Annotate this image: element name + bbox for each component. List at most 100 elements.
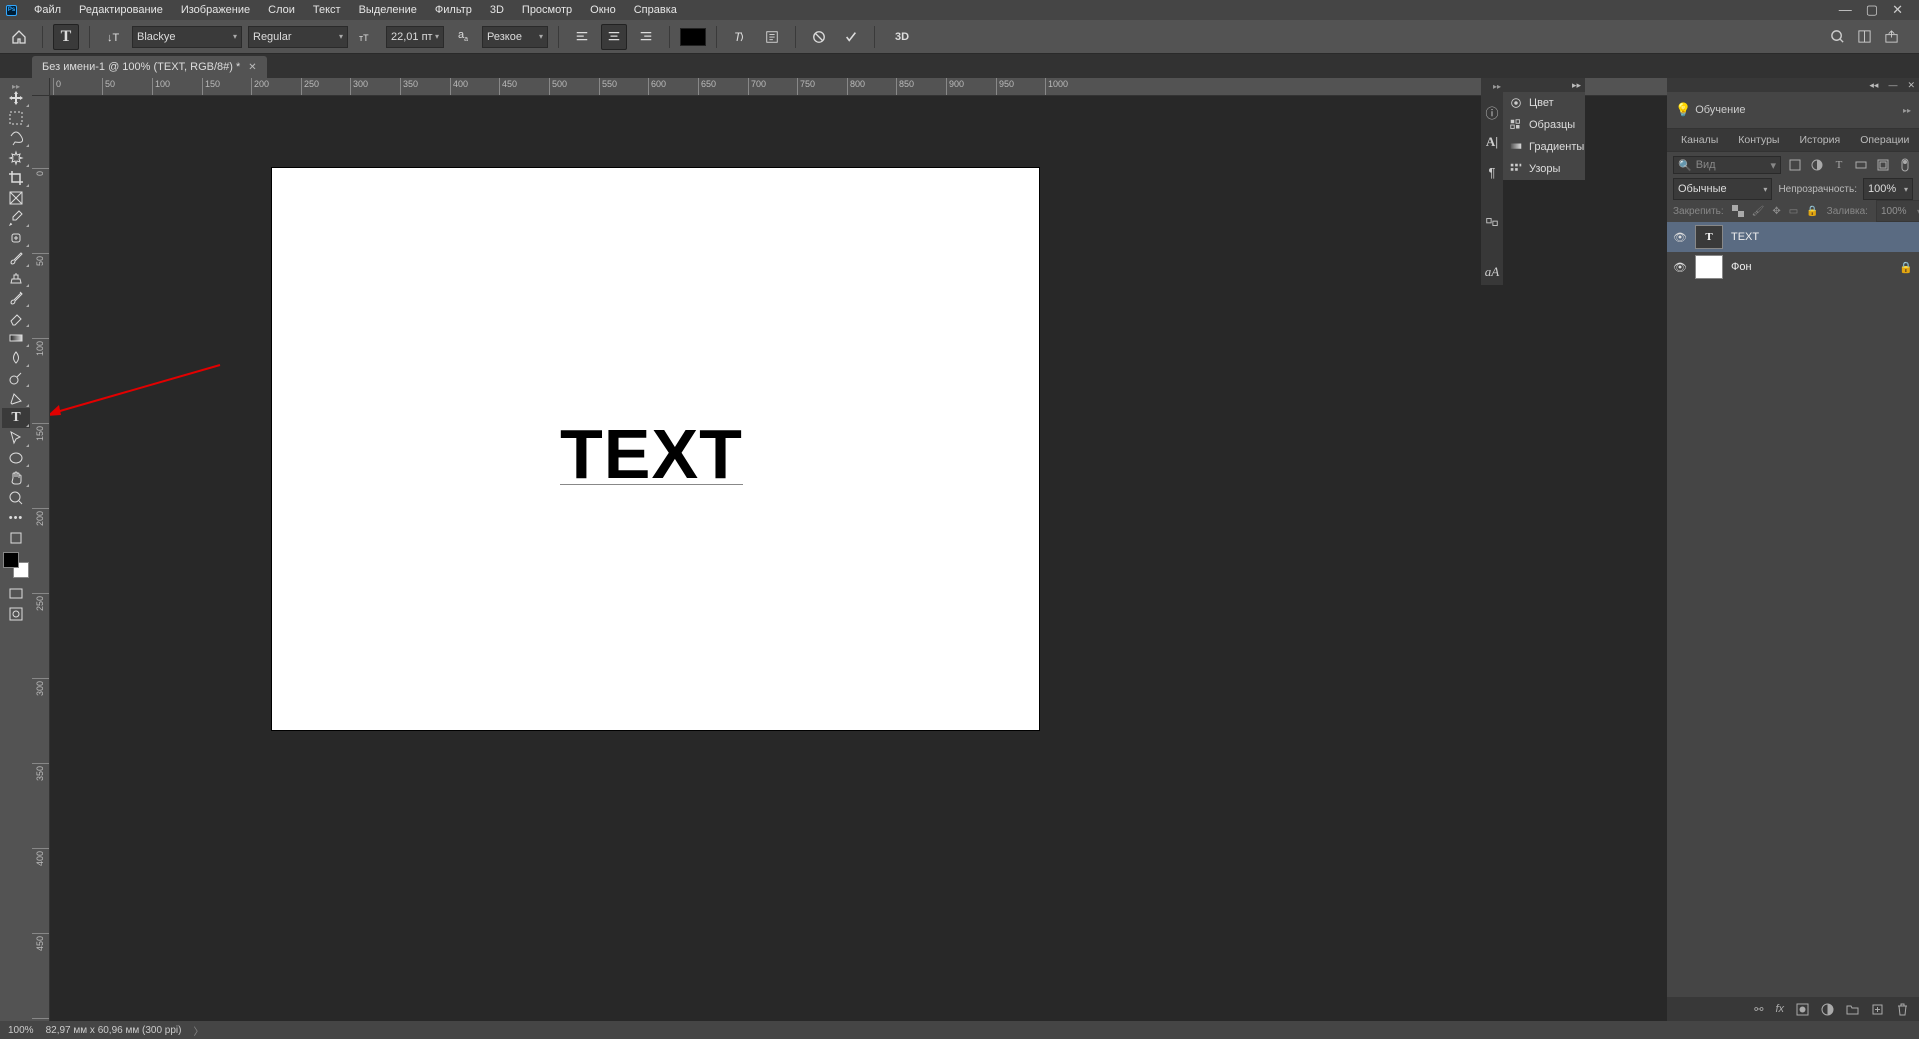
screen-mode[interactable] [2, 584, 30, 604]
dodge-tool[interactable] [2, 368, 30, 388]
frame-tool[interactable] [2, 188, 30, 208]
warp-text-icon[interactable]: T [727, 24, 753, 50]
filter-pixel-icon[interactable] [1787, 157, 1803, 173]
home-icon[interactable] [6, 24, 32, 50]
pen-tool[interactable] [2, 388, 30, 408]
expand-icon[interactable]: ▸▸ [1903, 106, 1911, 115]
libraries-panel-icon[interactable] [1483, 213, 1501, 231]
window-minimize-icon[interactable]: — [1839, 2, 1852, 18]
canvas[interactable]: TEXT [272, 168, 1039, 730]
brush-tool[interactable] [2, 248, 30, 268]
menu-window[interactable]: Окно [581, 1, 625, 19]
filter-toggle[interactable] [1897, 157, 1913, 173]
quick-select-tool[interactable] [2, 148, 30, 168]
learn-panel-tab[interactable]: 💡 Обучение ▸▸ [1667, 92, 1919, 128]
type-tool[interactable]: T [2, 408, 30, 428]
filter-adjust-icon[interactable] [1809, 157, 1825, 173]
cancel-icon[interactable] [806, 24, 832, 50]
close-tab-icon[interactable]: ✕ [248, 62, 256, 73]
collapse-bar[interactable]: ▸▸ [1503, 78, 1585, 92]
color-panel-tab[interactable]: Цвет [1503, 92, 1585, 114]
hand-tool[interactable] [2, 468, 30, 488]
align-center-icon[interactable] [601, 24, 627, 50]
align-left-icon[interactable] [569, 24, 595, 50]
tab-paths[interactable]: Контуры [1728, 129, 1789, 151]
clone-stamp-tool[interactable] [2, 268, 30, 288]
text-color-swatch[interactable] [680, 28, 706, 46]
mask-icon[interactable] [1796, 1003, 1809, 1016]
font-style-combo[interactable]: Regular▾ [248, 26, 348, 48]
ruler-vertical[interactable]: 050100150200250300350400450500 [32, 96, 50, 1021]
menu-text[interactable]: Текст [304, 1, 350, 19]
eraser-tool[interactable] [2, 308, 30, 328]
glyphs-panel-icon[interactable]: aA [1483, 263, 1501, 281]
lock-trans-icon[interactable] [1732, 204, 1744, 218]
status-chevron-icon[interactable]: 〉 [194, 1023, 204, 1038]
active-tool-icon[interactable]: T [53, 24, 79, 50]
character-panel-icon[interactable] [759, 24, 785, 50]
antialias-combo[interactable]: Резкое▾ [482, 26, 548, 48]
visibility-icon[interactable]: 👁 [1673, 261, 1687, 274]
menu-view[interactable]: Просмотр [513, 1, 581, 19]
menu-edit[interactable]: Редактирование [70, 1, 172, 19]
opacity-combo[interactable]: 100%▾ [1863, 178, 1913, 200]
menu-select[interactable]: Выделение [350, 1, 426, 19]
zoom-tool[interactable] [2, 488, 30, 508]
fx-icon[interactable]: fx [1775, 1003, 1784, 1015]
lock-position-icon[interactable]: ✥ [1772, 204, 1780, 218]
font-family-combo[interactable]: Blackye▾ [132, 26, 242, 48]
history-brush-tool[interactable] [2, 288, 30, 308]
heal-tool[interactable] [2, 228, 30, 248]
character-panel-icon2[interactable]: A| [1483, 133, 1501, 151]
patterns-panel-tab[interactable]: Узоры [1503, 158, 1585, 180]
filter-type-icon[interactable]: T [1831, 157, 1847, 173]
document-tab[interactable]: Без имени-1 @ 100% (TEXT, RGB/8#) * ✕ [32, 56, 267, 78]
tab-history[interactable]: История [1789, 129, 1850, 151]
arrange-icon[interactable] [1857, 29, 1872, 44]
new-layer-icon[interactable] [1871, 1003, 1884, 1016]
canvas-text-layer[interactable]: TEXT [560, 414, 743, 485]
tab-channels[interactable]: Каналы [1671, 129, 1728, 151]
lasso-tool[interactable] [2, 128, 30, 148]
ruler-horizontal[interactable]: 0501001502002503003504004505005506006507… [50, 78, 1919, 96]
lock-icon[interactable]: 🔒 [1899, 261, 1913, 274]
quick-mask[interactable] [2, 604, 30, 624]
info-panel-icon[interactable]: ⓘ [1483, 103, 1501, 121]
commit-icon[interactable] [838, 24, 864, 50]
text-orientation-icon[interactable]: ↓T [100, 24, 126, 50]
blend-mode-combo[interactable]: Обычные▾ [1673, 178, 1772, 200]
visibility-icon[interactable]: 👁 [1673, 231, 1687, 244]
layer-kind-filter[interactable]: 🔍 Вид ▾ [1673, 156, 1781, 174]
menu-filter[interactable]: Фильтр [426, 1, 481, 19]
window-close-icon[interactable]: ✕ [1892, 2, 1903, 18]
adjustment-icon[interactable] [1821, 1003, 1834, 1016]
search-icon[interactable] [1830, 29, 1845, 44]
link-layers-icon[interactable]: ⚯ [1754, 1003, 1763, 1016]
doc-info[interactable]: 82,97 мм x 60,96 мм (300 ppi) [46, 1025, 182, 1036]
filter-shape-icon[interactable] [1853, 157, 1869, 173]
gradient-tool[interactable] [2, 328, 30, 348]
group-icon[interactable] [1846, 1003, 1859, 1016]
crop-tool[interactable] [2, 168, 30, 188]
layer-row-bg[interactable]: 👁 Фон 🔒 [1667, 252, 1919, 282]
color-swatches[interactable] [3, 552, 29, 578]
3d-button[interactable]: 3D [885, 24, 919, 50]
zoom-level[interactable]: 100% [8, 1025, 34, 1036]
menu-layer[interactable]: Слои [259, 1, 304, 19]
lock-artboard-icon[interactable]: ▭ [1789, 204, 1798, 218]
blur-tool[interactable] [2, 348, 30, 368]
share-icon[interactable] [1884, 29, 1899, 44]
lock-pixels-icon[interactable]: 🖌 [1752, 204, 1765, 218]
panel-collapse-bar[interactable]: ◂◂—✕ [1667, 78, 1919, 92]
align-right-icon[interactable] [633, 24, 659, 50]
window-maximize-icon[interactable]: ▢ [1866, 2, 1878, 18]
swatches-panel-tab[interactable]: Образцы [1503, 114, 1585, 136]
menu-image[interactable]: Изображение [172, 1, 259, 19]
menu-file[interactable]: Файл [25, 1, 70, 19]
marquee-tool[interactable] [2, 108, 30, 128]
fill-combo[interactable]: 100%▾ [1876, 200, 1919, 222]
filter-smart-icon[interactable] [1875, 157, 1891, 173]
edit-toolbar[interactable] [2, 528, 30, 548]
tab-actions[interactable]: Операции [1850, 129, 1919, 151]
move-tool[interactable] [2, 88, 30, 108]
